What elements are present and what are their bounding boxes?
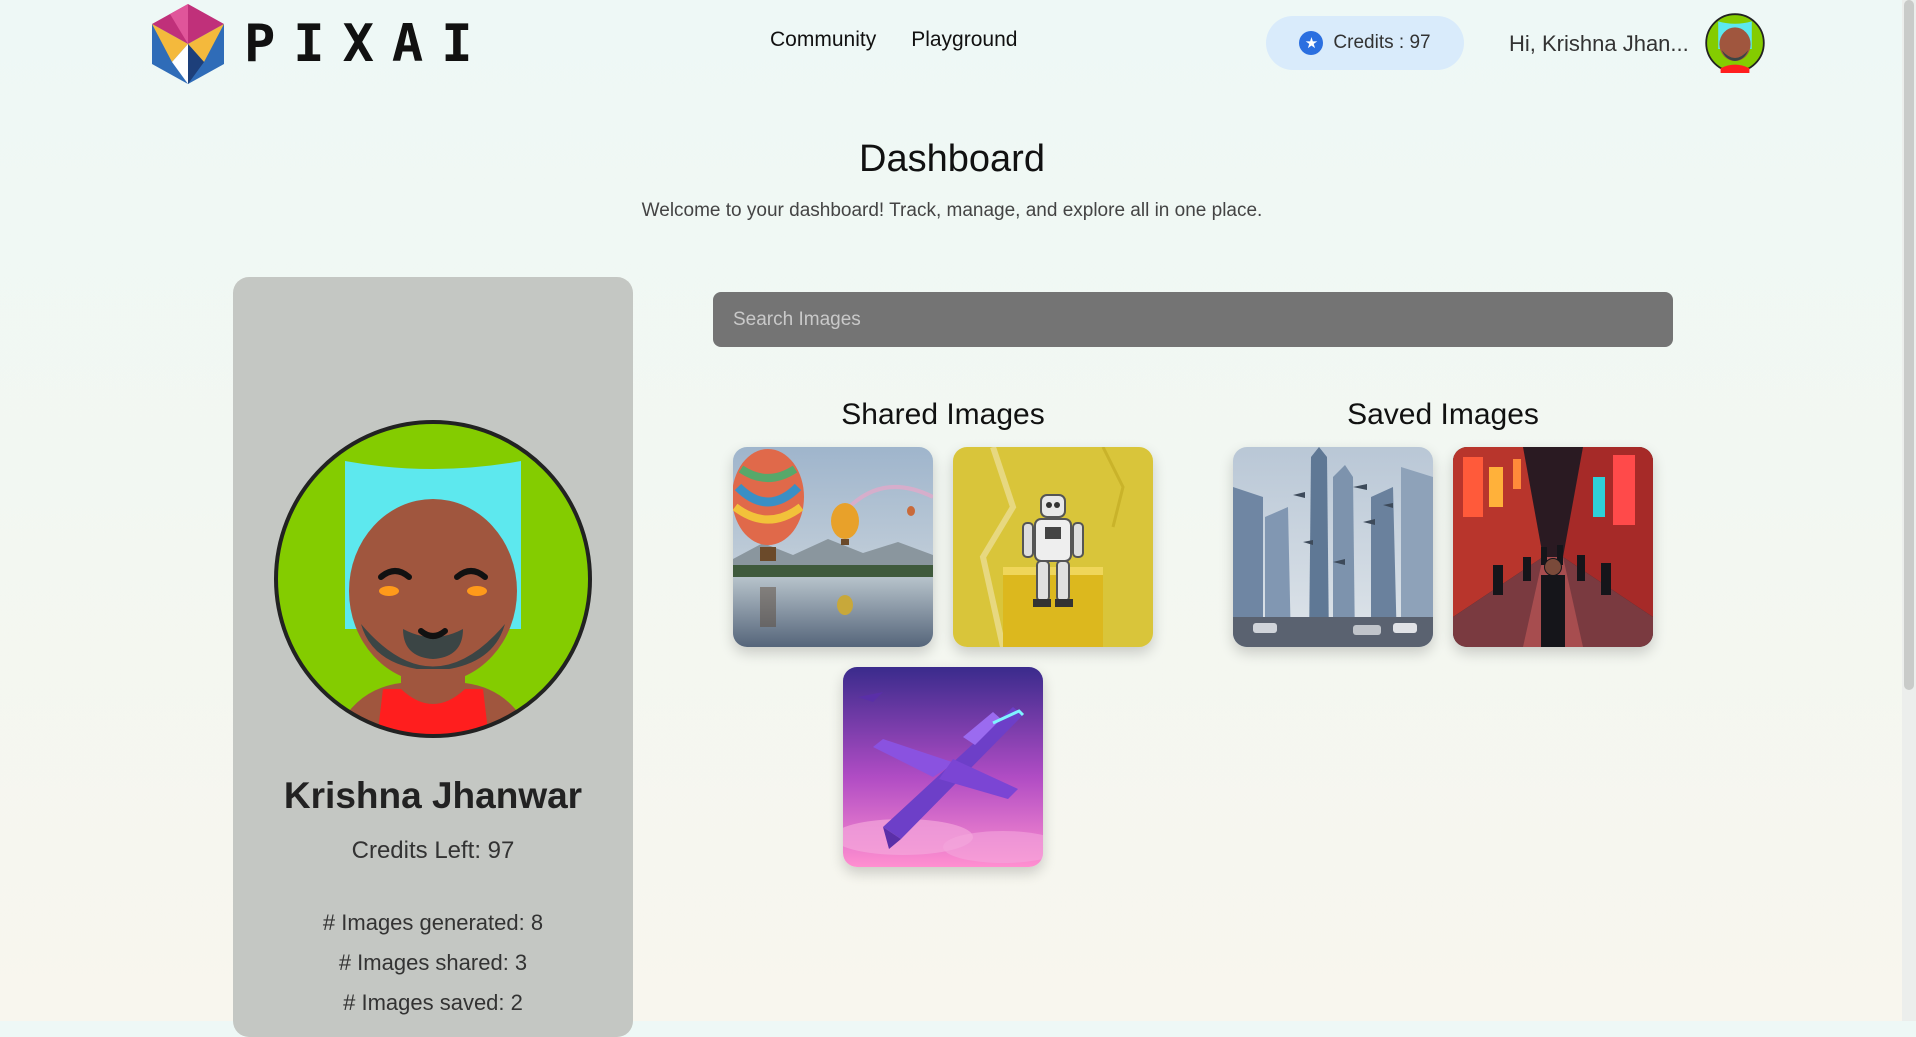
search-input[interactable] [713,292,1673,347]
user-avatar[interactable] [1705,13,1765,73]
stat-images-shared: # Images shared: 3 [338,950,528,975]
nav-community[interactable]: Community [770,28,876,52]
main-nav: Community Playground [770,28,1017,52]
brand-name: PIXAI [244,14,491,74]
futuristic-city-aircraft-image[interactable] [1233,447,1433,647]
pixai-logo[interactable]: PIXAI [146,2,491,86]
purple-jet-plane-image[interactable] [843,667,1043,867]
profile-name: Krishna Jhanwar [283,775,583,816]
star-icon: ★ [1299,31,1324,55]
hot-air-balloons-lake-image[interactable] [733,447,933,647]
user-greeting[interactable]: Hi, Krishna Jhan... [1509,31,1689,57]
cube-logo-icon [152,4,224,84]
neon-market-street-image[interactable] [1453,447,1653,647]
shared-images-title: Shared Images [841,398,1045,431]
stat-images-generated: # Images generated: 8 [322,910,544,935]
robot-sitting-on-yellow-block-image[interactable] [953,447,1153,647]
stat-images-saved: # Images saved: 2 [343,990,523,1015]
saved-images-title: Saved Images [1347,398,1539,431]
profile-card: Krishna Jhanwar Credits Left: 97 # Image… [233,277,633,1037]
page-scrollbar[interactable] [1902,0,1916,1021]
profile-avatar [274,420,592,738]
scrollbar-thumb[interactable] [1904,0,1914,690]
credits-label: Credits : 97 [1333,32,1431,53]
credits-badge[interactable]: ★ Credits : 97 [1266,16,1464,70]
page-subtitle: Welcome to your dashboard! Track, manage… [641,200,1263,221]
page-title: Dashboard [859,138,1045,180]
credits-left: Credits Left: 97 [351,837,515,864]
nav-playground[interactable]: Playground [911,28,1017,52]
